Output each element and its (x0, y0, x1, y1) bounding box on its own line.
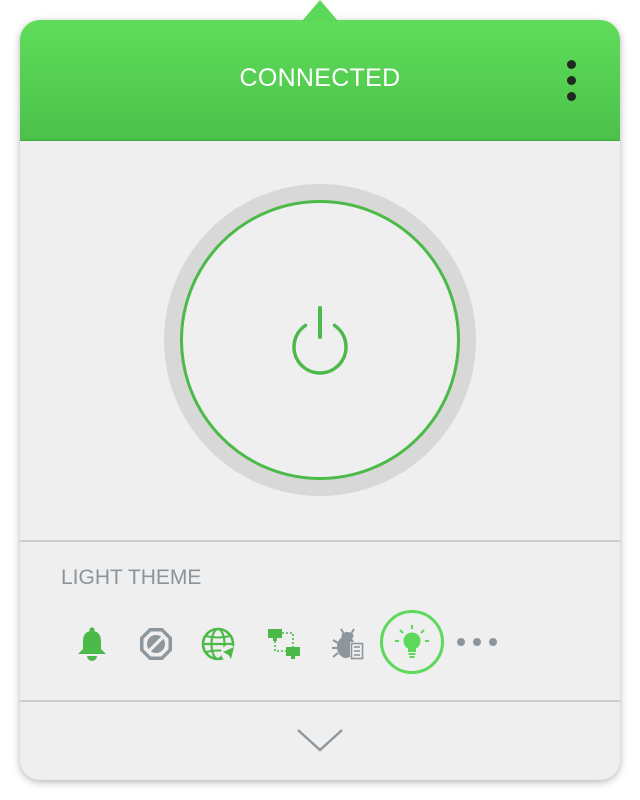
bug-icon (332, 628, 364, 660)
theme-label: LIGHT THEME (61, 566, 202, 589)
network-button[interactable] (264, 624, 304, 664)
connection-status: CONNECTED (239, 64, 401, 92)
light-theme-button[interactable] (380, 610, 444, 674)
power-button[interactable] (180, 200, 460, 480)
malware-protection-button[interactable] (328, 624, 368, 664)
menu-button[interactable] (556, 56, 588, 104)
vpn-popup: CONNECTED LIGHT THEME (20, 20, 620, 780)
location-button[interactable] (200, 624, 240, 664)
horizontal-dots-icon (457, 638, 465, 646)
collapse-button[interactable] (294, 720, 346, 760)
status-header: CONNECTED (20, 20, 620, 141)
chevron-down-icon (297, 729, 343, 752)
vertical-dots-icon (567, 60, 576, 69)
popup-pointer (302, 0, 338, 21)
power-icon (292, 306, 348, 375)
section-divider (20, 540, 620, 542)
more-features-button[interactable] (457, 632, 497, 652)
ad-block-button[interactable] (136, 624, 176, 664)
bell-icon (78, 627, 106, 661)
globe-icon (201, 627, 237, 661)
footer-divider (20, 700, 620, 702)
network-icon (268, 629, 300, 659)
block-icon (140, 628, 172, 660)
notifications-button[interactable] (72, 624, 112, 664)
lightbulb-icon (395, 625, 429, 658)
